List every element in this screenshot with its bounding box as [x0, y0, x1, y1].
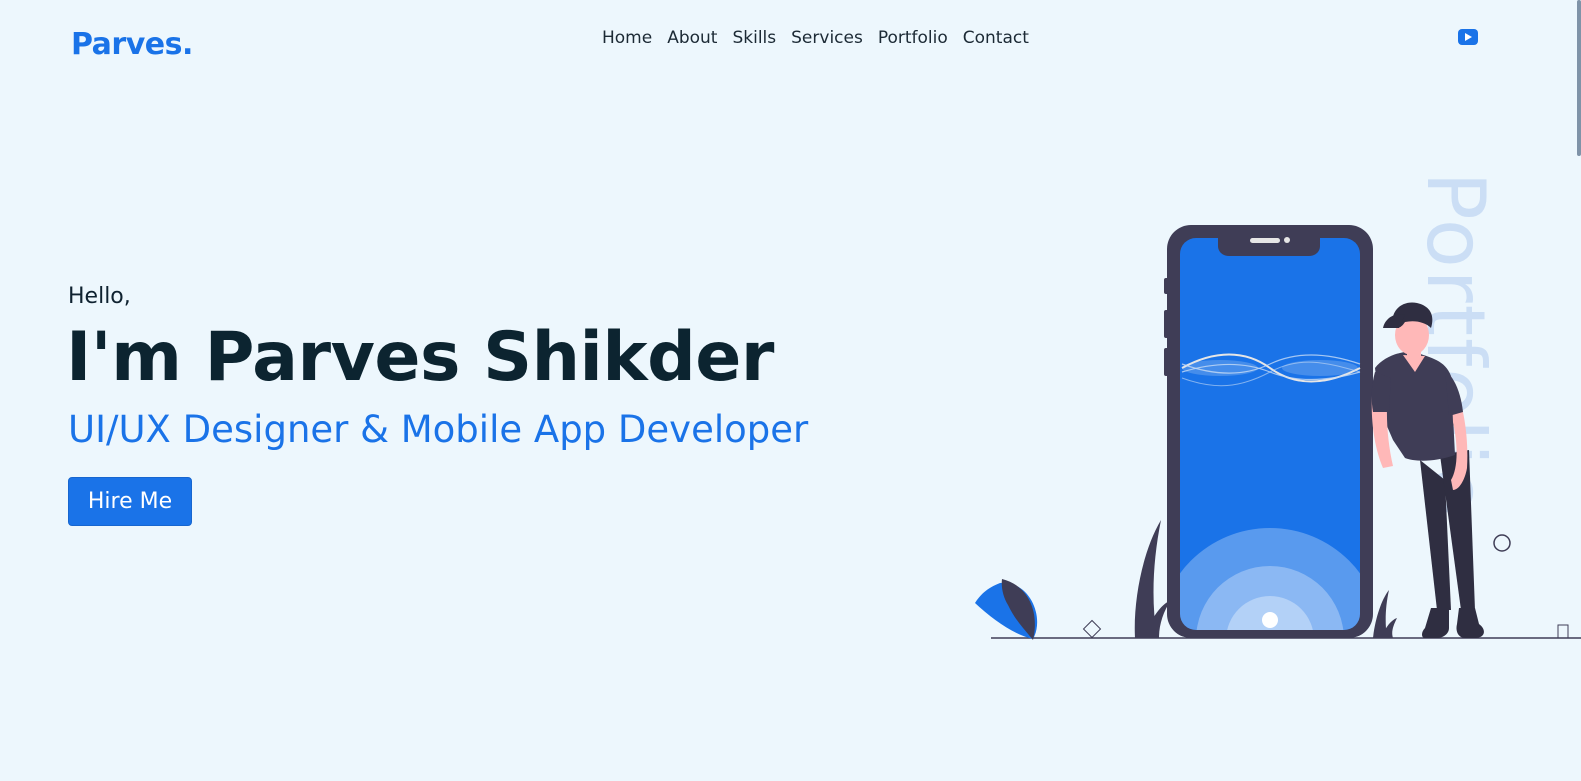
nav-skills[interactable]: Skills [732, 26, 776, 50]
site-logo[interactable]: Parves. [71, 27, 193, 62]
hire-me-button[interactable]: Hire Me [68, 477, 192, 526]
main-nav: Home About Skills Services Portfolio Con… [602, 26, 1044, 50]
hero-greeting: Hello, [68, 284, 131, 309]
hero-role: UI/UX Designer & Mobile App Developer [68, 408, 809, 451]
nav-home[interactable]: Home [602, 26, 652, 50]
page: Parves. Home About Skills Services Portf… [0, 0, 1581, 781]
nav-about[interactable]: About [667, 26, 717, 50]
scrollbar-thumb[interactable] [1577, 0, 1581, 156]
hero-illustration [975, 225, 1581, 640]
nav-services[interactable]: Services [791, 26, 863, 50]
nav-contact[interactable]: Contact [963, 26, 1029, 50]
youtube-icon[interactable] [1458, 29, 1478, 45]
nav-portfolio[interactable]: Portfolio [878, 26, 948, 50]
hero-name: I'm Parves Shikder [66, 318, 774, 397]
